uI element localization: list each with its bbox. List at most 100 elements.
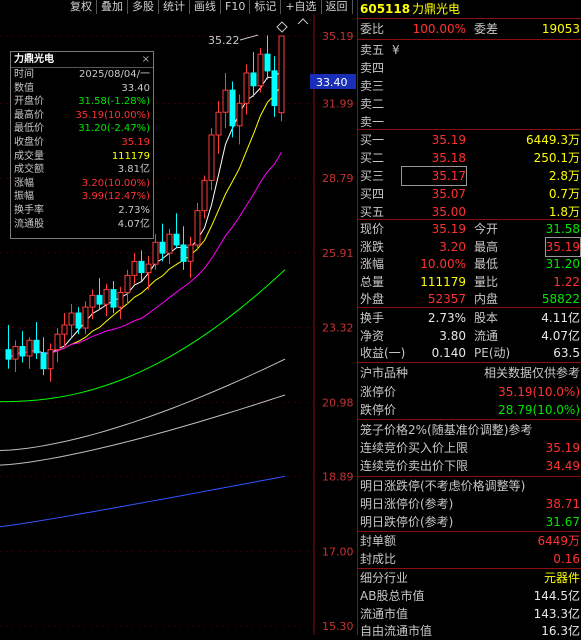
candle-body: [26, 339, 33, 357]
info-row-label: 最高价: [14, 109, 44, 121]
toolbar-f10[interactable]: F10: [221, 0, 251, 14]
info-row: 收盘价 35.19: [11, 136, 153, 150]
next-limit-down-label: 明日跌停价(参考): [360, 515, 454, 529]
quote-value: 31.58: [545, 222, 580, 236]
y-axis-tick-label: 18.89: [322, 471, 354, 484]
toolbar-multi-stock[interactable]: 多股: [128, 0, 159, 14]
candle-body: [173, 233, 180, 246]
info-row-value: 3.20(10.00%): [81, 177, 150, 189]
info-row-label: 成交量: [14, 150, 44, 162]
toolbar-restore-rights[interactable]: 复权: [0, 0, 97, 14]
buy-level-label: 买二: [360, 151, 385, 165]
stats-label: 股本: [474, 311, 499, 325]
candle-body: [208, 134, 215, 181]
quote-label: 最高: [474, 239, 499, 254]
related-data-label: 相关数据仅供参考: [483, 366, 580, 380]
limit-down-label: 跌停价: [360, 403, 397, 417]
sell-level-row: 卖五 ¥: [358, 41, 581, 59]
sell-level-label: 卖五: [360, 43, 385, 57]
candle-body: [40, 352, 47, 370]
quote-label: 现价: [360, 222, 385, 236]
free-float-cap-value: 16.3亿: [541, 624, 580, 638]
toolbar-overlay[interactable]: 叠加: [97, 0, 128, 14]
quote-value: 35.19: [544, 236, 581, 257]
toolbar-add-watchlist[interactable]: +自选: [281, 0, 322, 14]
float-market-cap-label: 流通市值: [360, 607, 409, 621]
buy-level-price: 35.19: [431, 133, 466, 147]
candle-body: [131, 260, 138, 276]
ma120-line: [0, 394, 286, 466]
next-limit-down-value: 31.67: [545, 515, 580, 529]
buy-level-price: 35.07: [431, 187, 466, 201]
candle-body: [187, 244, 194, 262]
next-limit-up-label: 明日涨停价(参考): [360, 497, 454, 511]
industry-value[interactable]: 元器件: [544, 569, 580, 587]
candle-body: [19, 346, 26, 357]
buy-level-price: 35.18: [431, 151, 466, 165]
limit-up-label: 涨停价: [360, 385, 397, 399]
candle-body: [215, 111, 222, 136]
buy-level-row: 买三 35.17 2.8万: [358, 166, 581, 186]
toolbar-back[interactable]: 返回: [322, 0, 353, 14]
candle-body: [47, 349, 54, 370]
quote-label: 最低: [474, 257, 499, 271]
stats-label: PE(动): [474, 346, 511, 360]
quote-value: 10.00%: [420, 257, 466, 271]
buy-level-row: 买二 35.18 250.1万: [358, 149, 581, 167]
buy-level-volume: 0.7万: [548, 187, 580, 201]
info-row: 成交量 111179: [11, 150, 153, 164]
info-row: 数值 33.40: [11, 82, 153, 96]
candle-body: [138, 260, 145, 274]
info-row-label: 数值: [14, 82, 34, 94]
stats-value: 4.11亿: [541, 311, 580, 325]
sell-level-label: 卖三: [360, 79, 385, 93]
y-axis-tick-label: 17.00: [322, 545, 354, 558]
ma30-line: [0, 269, 286, 403]
seal-amount-label: 封单额: [360, 534, 397, 548]
ma250-line: [0, 475, 286, 528]
quote-value: 52357: [427, 292, 466, 306]
candle-body: [145, 263, 152, 274]
quote-value: 35.19: [431, 222, 466, 236]
stats-value: 4.07亿: [541, 328, 580, 343]
stats-label: 流通: [474, 328, 499, 343]
ab-market-cap-label: AB股总市值: [360, 589, 425, 603]
seal-amount-value: 6449万: [537, 534, 580, 548]
info-row-value: 111179: [111, 150, 150, 162]
cage-price-title: 笼子价格2%(随基准价调整)参考: [360, 423, 533, 437]
candle-body: [5, 349, 12, 360]
weicha-label: 委差: [474, 22, 499, 36]
candle-body: [152, 241, 159, 265]
candle-body: [264, 53, 271, 72]
info-row-value: 33.40: [121, 82, 150, 94]
weibi-value: 100.00%: [412, 22, 466, 36]
seal-ratio-value: 0.16: [553, 552, 580, 566]
quote-row: 外盘 52357 内盘 58822: [358, 290, 581, 308]
sell-level-row: 卖四: [358, 59, 581, 77]
candle-body: [257, 53, 264, 87]
stats-value: 63.5: [553, 346, 580, 360]
candle-body: [33, 339, 40, 354]
candle-body: [250, 72, 257, 87]
close-icon[interactable]: ×: [142, 52, 150, 67]
sell-level-label: 卖四: [360, 61, 385, 75]
stats-value: 3.80: [439, 328, 466, 343]
quote-label: 涨幅: [360, 257, 385, 271]
info-stock-name: 力鼎光电: [14, 54, 54, 65]
chart-toolbar: 复权 叠加 多股 统计 画线 F10 标记 +自选 返回: [0, 0, 356, 14]
candle-body: [68, 312, 75, 326]
toolbar-statistics[interactable]: 统计: [159, 0, 190, 14]
float-market-cap-value: 143.3亿: [533, 607, 580, 621]
toolbar-draw-line[interactable]: 画线: [190, 0, 221, 14]
stats-label: 换手: [360, 311, 385, 325]
price-info-box[interactable]: 力鼎光电 × 时间 2025/08/04/一 数值 33.40 开盘价 31.58(-1.…: [10, 51, 154, 239]
y-axis-tick-label: 15.30: [322, 620, 354, 633]
info-row: 最低价 31.20(-2.47%): [11, 122, 153, 136]
kline-chart[interactable]: 35.19 31.99 28.79 25.91 23.32 20.98 18.89 17.00…: [0, 14, 356, 635]
quote-row: 现价 35.19 今开 31.58: [358, 220, 581, 238]
y-axis-tick-label: 25.91: [322, 247, 354, 260]
toolbar-mark[interactable]: 标记: [250, 0, 282, 14]
info-row-label: 收盘价: [14, 136, 44, 148]
stats-row: 换手 2.73% 股本 4.11亿: [358, 309, 581, 327]
info-row-value: 3.81亿: [117, 164, 150, 176]
